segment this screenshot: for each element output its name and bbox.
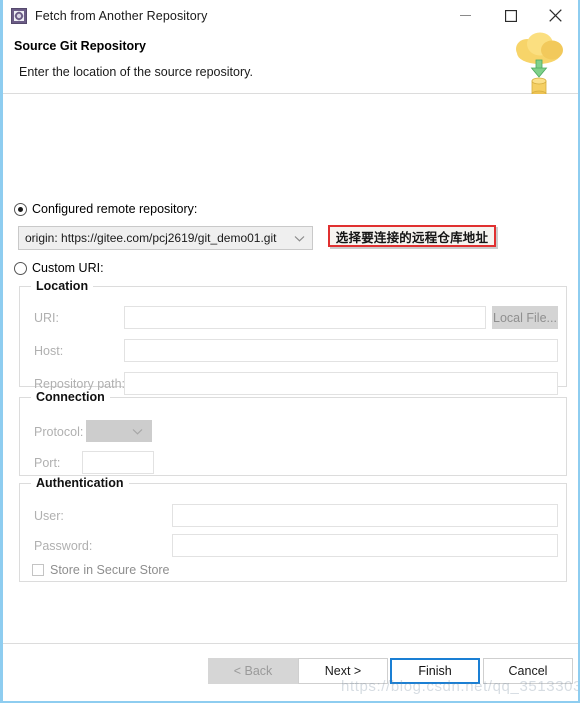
radio-indicator-custom [14, 261, 27, 275]
repository-path-input[interactable] [124, 372, 558, 395]
dialog-button-bar: < Back Next > Finish Cancel [3, 643, 578, 701]
page-title: Source Git Repository [14, 39, 146, 53]
maximize-icon[interactable] [488, 0, 533, 31]
window-controls [443, 0, 578, 31]
checkbox-indicator-secure-store [32, 564, 44, 576]
chevron-down-icon [132, 421, 143, 441]
repository-path-label: Repository path: [34, 377, 126, 391]
radio-label-custom: Custom URI: [32, 261, 104, 275]
page-subtitle: Enter the location of the source reposit… [19, 65, 253, 79]
authentication-group: Authentication User: Password: Store in … [19, 476, 567, 582]
host-label: Host: [34, 344, 64, 358]
protocol-dropdown[interactable] [86, 420, 152, 442]
radio-indicator-configured [14, 202, 27, 216]
connection-group-title: Connection [31, 390, 110, 404]
radio-label-configured: Configured remote repository: [32, 202, 198, 216]
radio-configured-remote-repository[interactable]: Configured remote repository: [14, 202, 197, 216]
remote-repository-dropdown[interactable]: origin: https://gitee.com/pcj2619/git_de… [18, 226, 313, 250]
host-input[interactable] [124, 339, 558, 362]
annotation-text: 选择要连接的远程仓库地址 [335, 229, 489, 245]
password-input[interactable] [172, 534, 558, 557]
back-button[interactable]: < Back [208, 658, 298, 684]
minimize-icon[interactable] [443, 0, 488, 31]
next-button[interactable]: Next > [298, 658, 388, 684]
port-label: Port: [34, 456, 61, 470]
port-input[interactable] [82, 451, 154, 474]
remote-repository-value: origin: https://gitee.com/pcj2619/git_de… [25, 231, 277, 245]
chevron-down-icon [294, 227, 305, 249]
finish-button[interactable]: Finish [390, 658, 480, 684]
uri-label: URI: [34, 311, 59, 325]
title-bar: Fetch from Another Repository [3, 0, 578, 31]
wizard-header: Source Git Repository Enter the location… [3, 29, 578, 98]
location-group: Location URI: Local File... Host: Reposi… [19, 279, 567, 395]
local-file-button[interactable]: Local File... [492, 306, 558, 329]
annotation-callout: 选择要连接的远程仓库地址 [328, 225, 496, 247]
location-group-title: Location [31, 279, 94, 293]
uri-input[interactable] [124, 306, 486, 329]
cloud-download-to-database-icon [507, 29, 571, 98]
password-label: Password: [34, 539, 93, 553]
user-input[interactable] [172, 504, 558, 527]
close-icon[interactable] [533, 0, 578, 31]
connection-group: Connection Protocol: Port: [19, 390, 567, 476]
protocol-label: Protocol: [34, 425, 84, 439]
authentication-group-title: Authentication [31, 476, 129, 490]
cancel-button[interactable]: Cancel [483, 658, 573, 684]
user-label: User: [34, 509, 64, 523]
git-repository-icon [11, 7, 27, 24]
store-in-secure-store-checkbox[interactable]: Store in Secure Store [32, 563, 170, 577]
dialog-body: Configured remote repository: origin: ht… [3, 94, 578, 643]
window-title: Fetch from Another Repository [35, 8, 208, 23]
store-in-secure-store-label: Store in Secure Store [50, 563, 170, 577]
radio-custom-uri[interactable]: Custom URI: [14, 261, 104, 275]
fetch-from-another-repository-dialog: Fetch from Another Repository Source Git… [0, 0, 580, 703]
